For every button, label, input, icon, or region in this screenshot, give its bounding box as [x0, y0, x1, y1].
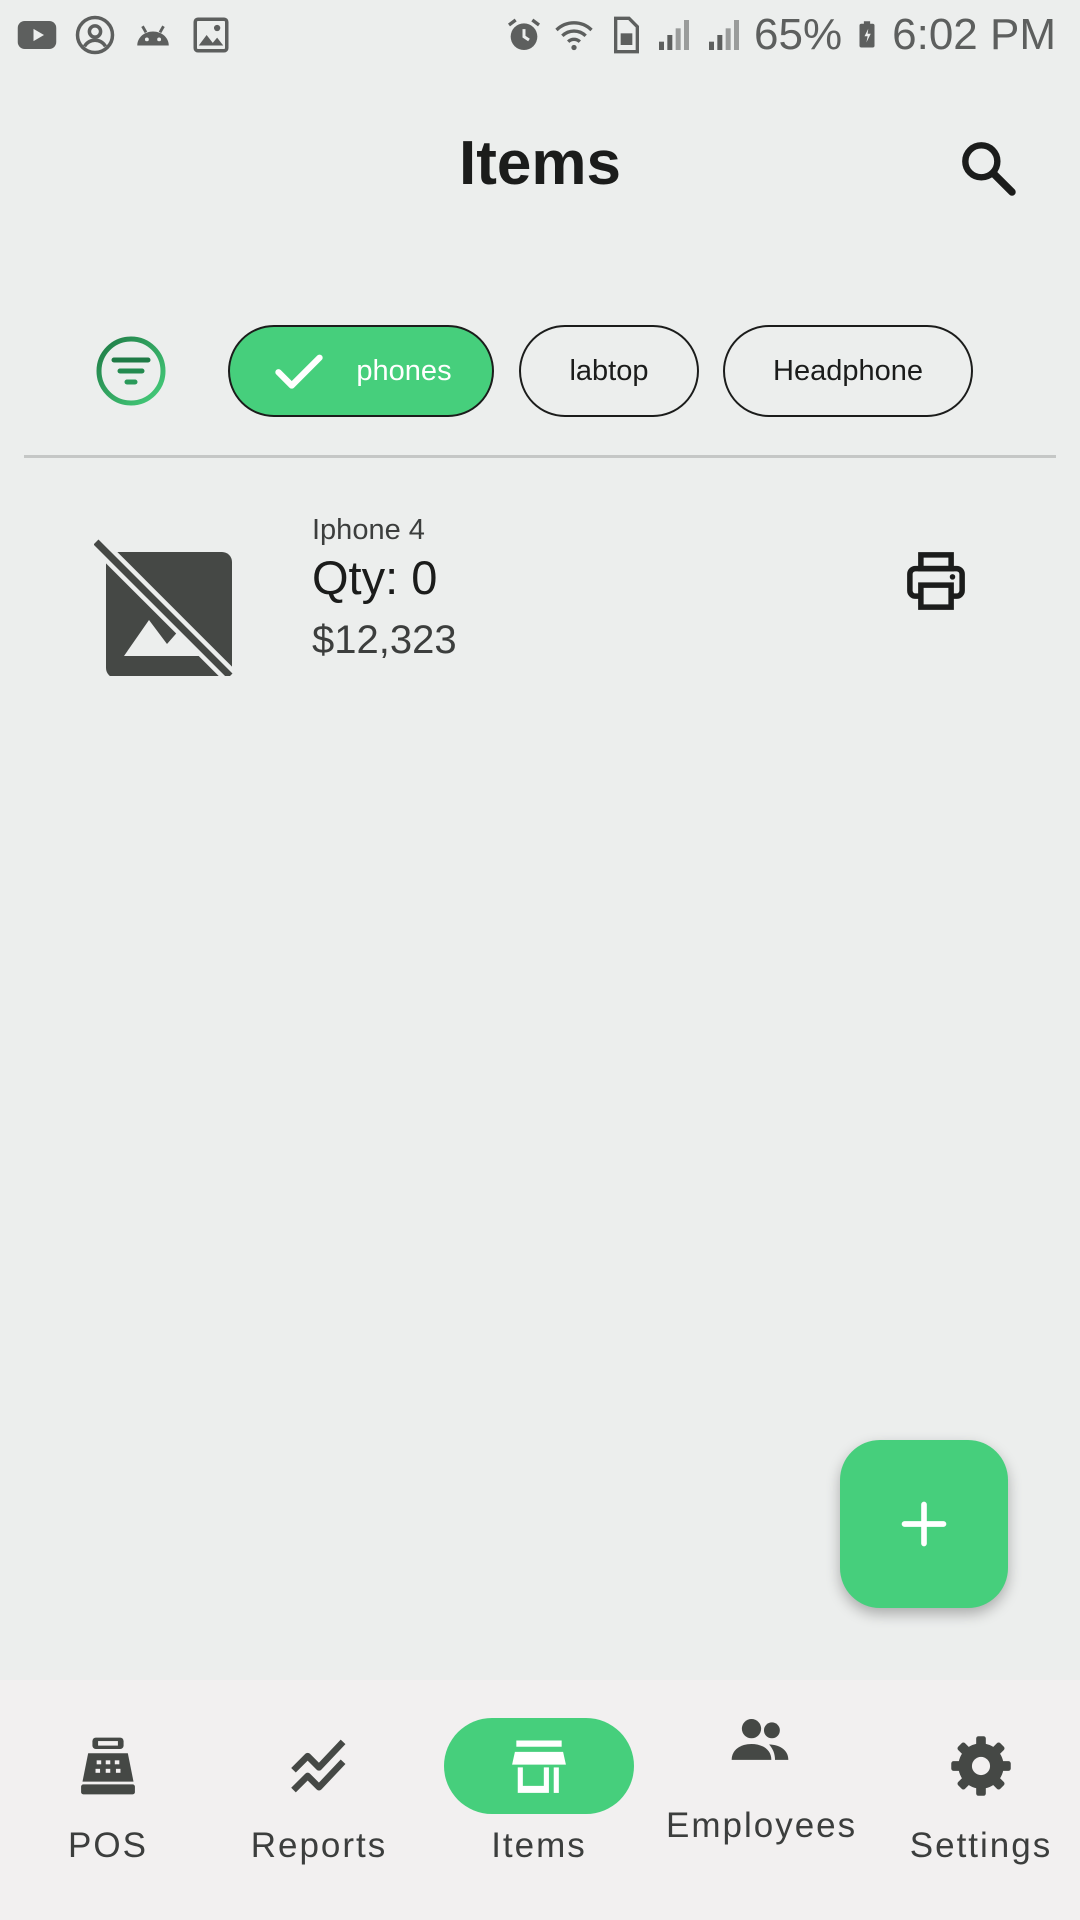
nav-label: Items	[491, 1826, 587, 1865]
nav-icon-container	[886, 1718, 1076, 1814]
nav-label: Employees	[666, 1806, 858, 1845]
chip-label: labtop	[569, 354, 649, 387]
nav-icon-container	[224, 1718, 414, 1814]
chip-labtop[interactable]: labtop	[519, 325, 699, 417]
cash-register-icon	[81, 1737, 135, 1795]
chip-phones[interactable]: phones	[228, 325, 494, 417]
nav-item-items[interactable]: Items	[431, 1680, 647, 1920]
print-button[interactable]	[903, 548, 969, 614]
items-screen: 65% 6:02 PM Items phones labtop Headphon…	[0, 0, 1080, 1920]
filter-button[interactable]	[96, 336, 166, 406]
add-icon	[901, 1501, 947, 1547]
status-bar-notifications	[16, 14, 232, 56]
divider	[24, 455, 1056, 458]
sim-icon	[614, 16, 640, 54]
chip-headphone[interactable]: Headphone	[723, 325, 973, 417]
people-icon	[731, 1719, 789, 1760]
no-image-icon	[94, 536, 234, 676]
image-icon	[193, 17, 229, 53]
nav-label: POS	[68, 1826, 148, 1865]
nav-item-employees[interactable]: Employees	[652, 1680, 868, 1920]
list-item[interactable]: Iphone 4 Qty: 0 $12,323	[0, 500, 1080, 690]
bottom-navigation: POS Reports Items Employees Settings	[0, 1680, 1080, 1920]
gear-icon	[951, 1736, 1011, 1796]
wifi-icon	[555, 21, 593, 51]
print-icon	[907, 552, 965, 610]
chart-line-icon	[291, 1739, 346, 1793]
chip-label: Headphone	[773, 354, 923, 387]
check-icon	[275, 354, 324, 389]
nav-icon-container	[665, 1692, 855, 1788]
search-button[interactable]	[956, 136, 1020, 200]
item-name: Iphone 4	[312, 514, 425, 546]
battery-percent: 65%	[754, 10, 843, 59]
page-title: Items	[459, 129, 621, 198]
chip-label: phones	[356, 354, 452, 387]
search-icon	[962, 142, 1016, 196]
nav-icon-container	[13, 1718, 203, 1814]
item-price: $12,323	[312, 618, 457, 662]
filter-icon	[96, 336, 166, 406]
status-bar: 65% 6:02 PM	[0, 0, 1080, 72]
clock: 6:02 PM	[892, 10, 1056, 59]
youtube-icon	[17, 21, 57, 49]
signal-icon	[709, 20, 740, 50]
add-item-button[interactable]	[840, 1440, 1008, 1608]
android-icon	[137, 25, 169, 46]
status-bar-system: 65% 6:02 PM	[504, 10, 1056, 60]
nav-label: Settings	[909, 1826, 1053, 1865]
alarm-icon	[508, 18, 541, 50]
item-quantity: Qty: 0	[312, 551, 438, 604]
battery-charging-icon	[859, 21, 875, 48]
nav-label: Reports	[250, 1826, 388, 1865]
nav-item-settings[interactable]: Settings	[873, 1680, 1080, 1920]
store-icon	[512, 1740, 566, 1793]
nav-icon-container	[444, 1718, 634, 1814]
account-circle-icon	[75, 15, 115, 55]
nav-item-reports[interactable]: Reports	[211, 1680, 427, 1920]
signal-icon	[659, 20, 690, 50]
nav-item-pos[interactable]: POS	[0, 1680, 216, 1920]
